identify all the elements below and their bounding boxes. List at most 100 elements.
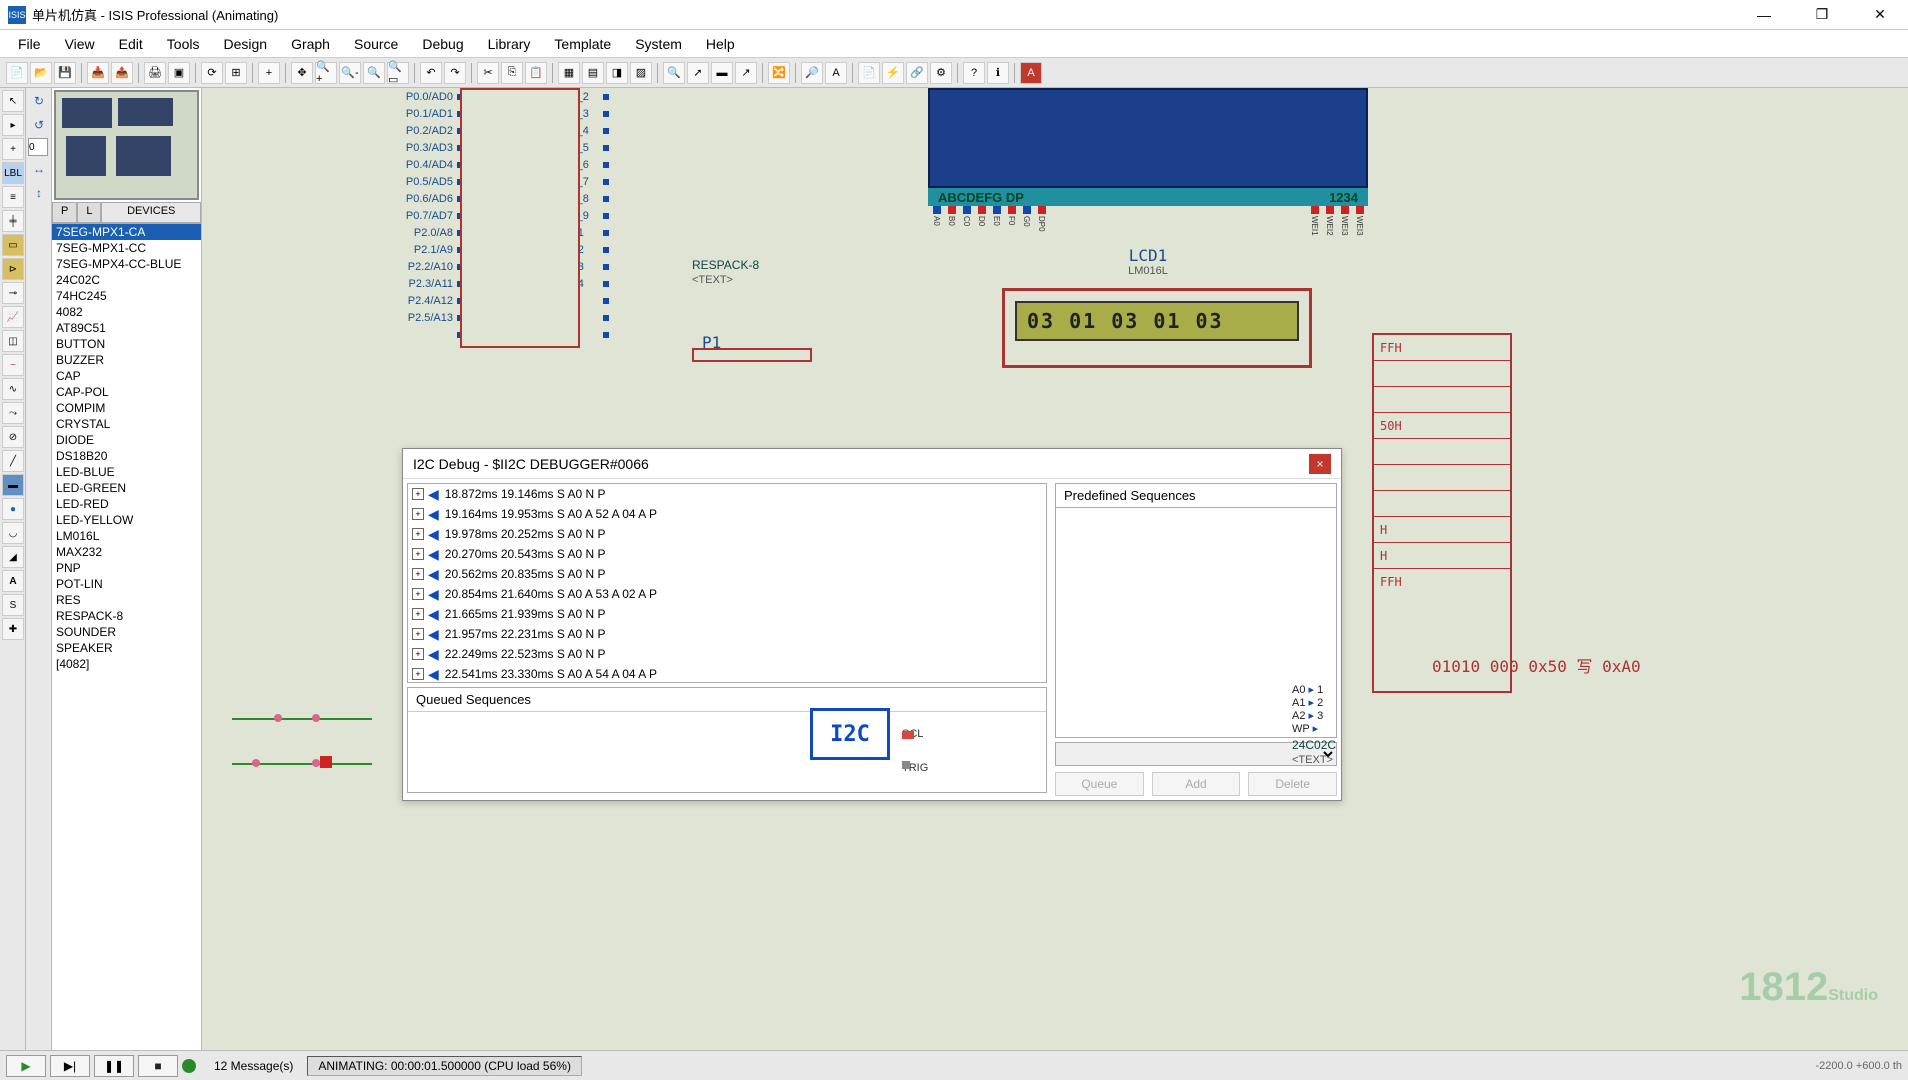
tab-p[interactable]: P	[52, 202, 77, 223]
marker-tool-icon[interactable]: ✚	[2, 618, 24, 640]
voltage-probe-icon[interactable]: ∿	[2, 378, 24, 400]
search-icon[interactable]: 🔎	[801, 62, 823, 84]
packaging-icon[interactable]: ▬	[711, 62, 733, 84]
text-script-icon[interactable]: ≡	[2, 186, 24, 208]
device-item[interactable]: MAX232	[52, 544, 201, 560]
log-row[interactable]: +◀20.854ms 21.640ms S A0 A 53 A 02 A P	[408, 584, 1046, 604]
log-row[interactable]: +◀21.957ms 22.231ms S A0 N P	[408, 624, 1046, 644]
log-row[interactable]: +◀20.270ms 20.543ms S A0 N P	[408, 544, 1046, 564]
lcd-display-component[interactable]: 03 01 03 01 03	[1002, 288, 1312, 368]
block-move-icon[interactable]: ▤	[582, 62, 604, 84]
device-item[interactable]: 74HC245	[52, 288, 201, 304]
junction-tool-icon[interactable]: +	[2, 138, 24, 160]
device-item[interactable]: CRYSTAL	[52, 416, 201, 432]
box-tool-icon[interactable]: ▬	[2, 474, 24, 496]
zoom-area-icon[interactable]: 🔍▭	[387, 62, 409, 84]
device-item[interactable]: LM016L	[52, 528, 201, 544]
print-icon[interactable]: 🖨	[144, 62, 166, 84]
redo-icon[interactable]: ↷	[444, 62, 466, 84]
device-item[interactable]: BUTTON	[52, 336, 201, 352]
queue-button[interactable]: Queue	[1055, 772, 1144, 796]
line-tool-icon[interactable]: ╱	[2, 450, 24, 472]
log-row[interactable]: +◀22.541ms 23.330ms S A0 A 54 A 04 A P	[408, 664, 1046, 683]
device-item[interactable]: DS18B20	[52, 448, 201, 464]
terminal-icon[interactable]: ⊳	[2, 258, 24, 280]
label-tool-icon[interactable]: LBL	[2, 162, 24, 184]
menu-library[interactable]: Library	[478, 33, 541, 55]
rotation-angle-input[interactable]	[28, 138, 48, 156]
menu-source[interactable]: Source	[344, 33, 408, 55]
device-item[interactable]: 4082	[52, 304, 201, 320]
mcu-component[interactable]: P0.0/AD039P00_2P0.1/AD138P01_3P0.2/AD237…	[382, 88, 609, 343]
device-item[interactable]: AT89C51	[52, 320, 201, 336]
pick-icon[interactable]: 🔍	[663, 62, 685, 84]
mirror-v-icon[interactable]: ↕	[28, 182, 50, 204]
device-item[interactable]: 24C02C	[52, 272, 201, 288]
device-item[interactable]: 7SEG-MPX4-CC-BLUE	[52, 256, 201, 272]
menu-tools[interactable]: Tools	[157, 33, 210, 55]
instrument-icon[interactable]: ⊘	[2, 426, 24, 448]
device-item[interactable]: 7SEG-MPX1-CC	[52, 240, 201, 256]
text-tool-icon[interactable]: A	[2, 570, 24, 592]
log-row[interactable]: +◀19.978ms 20.252ms S A0 N P	[408, 524, 1046, 544]
add-button[interactable]: Add	[1152, 772, 1241, 796]
maximize-button[interactable]: ❐	[1802, 3, 1842, 27]
save-icon[interactable]: 💾	[54, 62, 76, 84]
device-item[interactable]: DIODE	[52, 432, 201, 448]
netlist-icon[interactable]: 🔗	[906, 62, 928, 84]
device-item[interactable]: CAP-POL	[52, 384, 201, 400]
bus-tool-icon[interactable]: ╪	[2, 210, 24, 232]
rotate-cw-icon[interactable]: ↻	[28, 90, 50, 112]
log-row[interactable]: +◀20.562ms 20.835ms S A0 N P	[408, 564, 1046, 584]
minimize-button[interactable]: —	[1744, 3, 1784, 27]
paste-icon[interactable]: 📋	[525, 62, 547, 84]
device-item[interactable]: RES	[52, 592, 201, 608]
graph-icon[interactable]: 📈	[2, 306, 24, 328]
device-item[interactable]: LED-GREEN	[52, 480, 201, 496]
export-icon[interactable]: 📤	[111, 62, 133, 84]
tape-icon[interactable]: ◫	[2, 330, 24, 352]
origin-icon[interactable]: +	[258, 62, 280, 84]
menu-edit[interactable]: Edit	[109, 33, 153, 55]
debug-close-button[interactable]: ×	[1309, 454, 1331, 474]
generator-icon[interactable]: ~	[2, 354, 24, 376]
about-icon[interactable]: ℹ	[987, 62, 1009, 84]
device-item[interactable]: LED-YELLOW	[52, 512, 201, 528]
component-tool-icon[interactable]: ▸	[2, 114, 24, 136]
menu-view[interactable]: View	[55, 33, 105, 55]
step-button[interactable]: ▶|	[50, 1055, 90, 1077]
property-icon[interactable]: A	[825, 62, 847, 84]
copy-icon[interactable]: ⎘	[501, 62, 523, 84]
stop-button[interactable]: ■	[138, 1055, 178, 1077]
current-probe-icon[interactable]: ⤳	[2, 402, 24, 424]
menu-debug[interactable]: Debug	[412, 33, 473, 55]
ares-launcher-icon[interactable]: A	[1020, 62, 1042, 84]
menu-system[interactable]: System	[625, 33, 692, 55]
import-icon[interactable]: 📥	[87, 62, 109, 84]
pan-icon[interactable]: ✥	[291, 62, 313, 84]
tab-l[interactable]: L	[77, 202, 101, 223]
wire-autoroute-icon[interactable]: 🔀	[768, 62, 790, 84]
queued-body[interactable]	[408, 712, 1046, 792]
subcircuit-icon[interactable]: ▭	[2, 234, 24, 256]
decompose-icon[interactable]: ↗	[735, 62, 757, 84]
device-item[interactable]: RESPACK-8	[52, 608, 201, 624]
refresh-icon[interactable]: ⟳	[201, 62, 223, 84]
menu-help[interactable]: Help	[696, 33, 745, 55]
grid-icon[interactable]: ⊞	[225, 62, 247, 84]
device-item[interactable]: 7SEG-MPX1-CA	[52, 224, 201, 240]
messages-count[interactable]: 12 Message(s)	[214, 1059, 293, 1073]
menu-template[interactable]: Template	[544, 33, 621, 55]
menu-design[interactable]: Design	[213, 33, 277, 55]
selection-tool-icon[interactable]: ↖	[2, 90, 24, 112]
menu-graph[interactable]: Graph	[281, 33, 340, 55]
log-row[interactable]: +◀21.665ms 21.939ms S A0 N P	[408, 604, 1046, 624]
cut-icon[interactable]: ✂	[477, 62, 499, 84]
device-item[interactable]: SPEAKER	[52, 640, 201, 656]
p1-component[interactable]	[692, 348, 812, 362]
new-file-icon[interactable]: 📄	[6, 62, 28, 84]
device-item[interactable]: LED-BLUE	[52, 464, 201, 480]
zoom-in-icon[interactable]: 🔍+	[315, 62, 337, 84]
rotate-ccw-icon[interactable]: ↺	[28, 114, 50, 136]
mirror-h-icon[interactable]: ↔	[28, 158, 50, 180]
